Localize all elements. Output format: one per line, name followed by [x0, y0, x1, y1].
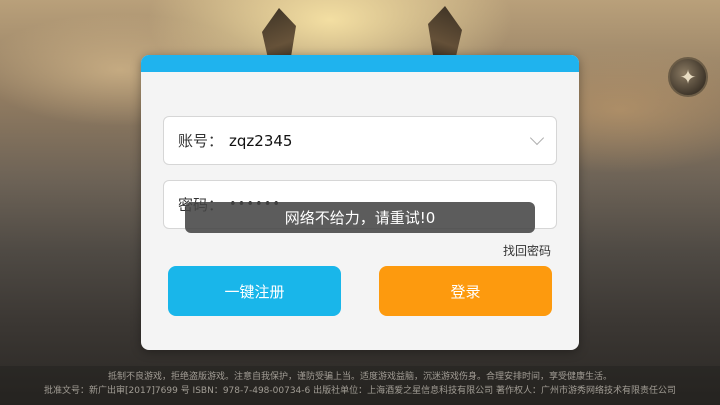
account-label: 账号：: [178, 132, 224, 150]
network-error-toast: 网络不给力，请重试!0: [185, 202, 535, 233]
game-emblem-icon[interactable]: ✦: [668, 57, 708, 97]
footer-health-advice: 抵制不良游戏，拒绝盗版游戏。注意自我保护，谨防受骗上当。适度游戏益脑，沉迷游戏伤…: [107, 372, 612, 382]
footer-publication-info: 批准文号：新广出审[2017]7699 号 ISBN：978-7-498-007…: [44, 386, 676, 396]
account-field[interactable]: 账号： zqz2345: [163, 116, 557, 165]
login-button[interactable]: 登录: [379, 266, 552, 316]
dialog-header-bar: [141, 55, 579, 72]
one-click-register-button[interactable]: 一键注册: [168, 266, 341, 316]
forgot-password-link[interactable]: 找回密码: [503, 242, 551, 259]
chevron-down-icon[interactable]: [529, 130, 545, 146]
account-input[interactable]: zqz2345: [229, 132, 292, 150]
footer-notice: 抵制不良游戏，拒绝盗版游戏。注意自我保护，谨防受骗上当。适度游戏益脑，沉迷游戏伤…: [0, 366, 720, 405]
